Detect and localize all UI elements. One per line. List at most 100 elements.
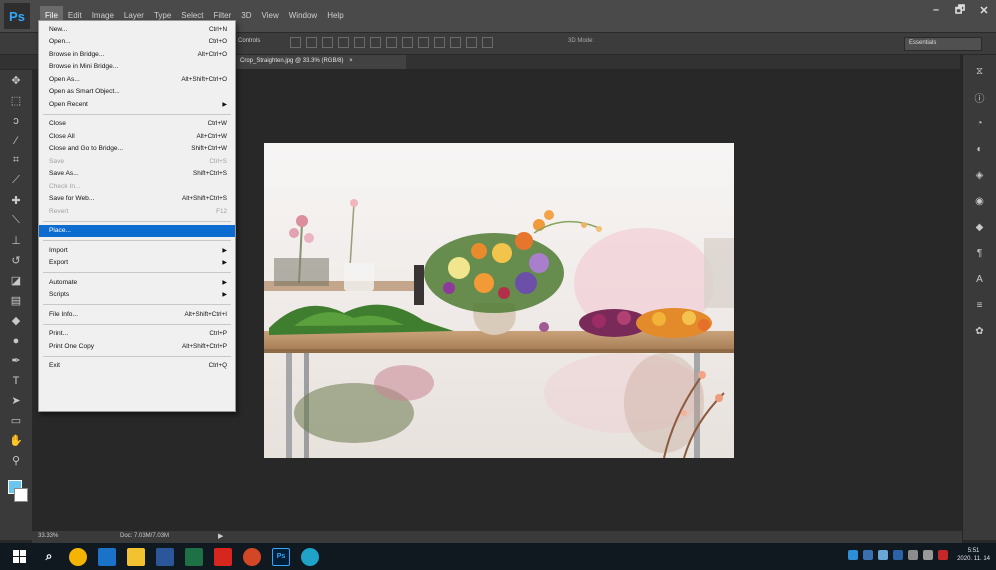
acrobat-icon[interactable] — [214, 547, 232, 566]
info-icon[interactable]: ⓘ — [971, 89, 989, 105]
workspace-select[interactable]: Essentials — [904, 37, 982, 51]
zoom-level[interactable]: 33.33% — [38, 533, 58, 539]
close-tab-icon[interactable]: × — [349, 58, 353, 64]
stamp-icon[interactable]: ⊥ — [5, 233, 27, 248]
menu-item-place[interactable]: Place... — [39, 224, 235, 237]
menu-item-close-all[interactable]: Close All Alt+Ctrl+W — [39, 130, 235, 143]
menu-help[interactable]: Help — [322, 6, 348, 26]
menu-item-check-in[interactable]: Check In... — [39, 180, 235, 193]
minimize-button[interactable]: – — [924, 0, 948, 20]
menu-view[interactable]: View — [257, 6, 284, 26]
menu-item-file-info[interactable]: File Info... Alt+Shift+Ctrl+I — [39, 308, 235, 321]
menu-item-automate[interactable]: Automate ▶ — [39, 276, 235, 289]
layers-icon[interactable]: ◈ — [971, 167, 989, 183]
taskbar-clock[interactable]: 5:51 2020. 11. 14 — [957, 547, 990, 563]
zoom-icon[interactable]: ⚲ — [5, 453, 27, 468]
powerpoint-icon[interactable] — [243, 547, 261, 566]
properties-icon[interactable]: ◔ — [971, 115, 989, 131]
distribute-left-icon[interactable] — [434, 37, 445, 48]
close-button[interactable]: ✕ — [972, 0, 996, 20]
menu-item-save-as[interactable]: Save As... Shift+Ctrl+S — [39, 168, 235, 181]
menu-item-exit[interactable]: Exit Ctrl+Q — [39, 360, 235, 373]
gradient-icon[interactable]: ▤ — [5, 293, 27, 308]
shape-icon[interactable]: ▭ — [5, 413, 27, 428]
menu-window[interactable]: Window — [284, 6, 322, 26]
distribute-right-icon[interactable] — [466, 37, 477, 48]
network-app-icon[interactable] — [848, 550, 859, 560]
bluetooth-icon[interactable] — [893, 550, 904, 560]
menu-item-export[interactable]: Export ▶ — [39, 257, 235, 270]
swatches-icon[interactable]: ◆ — [971, 219, 989, 235]
quick-select-icon[interactable]: ⁄ — [5, 133, 27, 148]
dodge-icon[interactable]: ● — [5, 333, 27, 348]
auto-align-icon[interactable] — [482, 37, 493, 48]
people-icon[interactable] — [863, 550, 874, 560]
show-transform-controls-label[interactable]: Controls — [238, 38, 260, 44]
hand-icon[interactable]: ✋ — [5, 433, 27, 448]
crop-icon[interactable]: ⌗ — [5, 153, 27, 168]
type-icon[interactable]: T — [5, 373, 27, 388]
path-select-icon[interactable]: ➤ — [5, 393, 27, 408]
brush-icon[interactable]: ⟍ — [5, 213, 27, 228]
file-explorer-icon[interactable] — [127, 547, 145, 566]
edge-icon[interactable] — [301, 547, 319, 566]
volume-icon[interactable] — [923, 550, 934, 560]
align-hcenter-icon[interactable] — [354, 37, 365, 48]
photoshop-taskbar-icon[interactable]: Ps — [272, 547, 290, 566]
eyedropper-icon[interactable]: ⟋ — [5, 173, 27, 188]
lasso-icon[interactable]: ↄ — [5, 113, 27, 128]
paragraph-icon[interactable]: ¶ — [971, 245, 989, 261]
channels-icon[interactable]: ≡ — [971, 297, 989, 313]
ime-icon[interactable] — [938, 550, 949, 560]
background-color-swatch[interactable] — [14, 488, 28, 502]
menu-item-save-for-web[interactable]: Save for Web... Alt+Shift+Ctrl+S — [39, 193, 235, 206]
align-bottom-icon[interactable] — [322, 37, 333, 48]
menu-item-browse-in-mini-bridge[interactable]: Browse in Mini Bridge... — [39, 61, 235, 74]
align-top-icon[interactable] — [290, 37, 301, 48]
history-brush-icon[interactable]: ↺ — [5, 253, 27, 268]
menu-item-new[interactable]: New... Ctrl+N — [39, 23, 235, 36]
windows-start-icon[interactable] — [11, 548, 29, 566]
align-vcenter-icon[interactable] — [306, 37, 317, 48]
excel-icon[interactable] — [185, 547, 203, 566]
blur-icon[interactable]: ◆ — [5, 313, 27, 328]
restore-button[interactable]: 🗗 — [948, 0, 972, 20]
menu-item-import[interactable]: Import ▶ — [39, 244, 235, 257]
battery-icon[interactable] — [878, 550, 889, 560]
search-icon[interactable]: ⌕ — [40, 548, 58, 566]
healing-icon[interactable]: ✚ — [5, 193, 27, 208]
menu-item-open-as-smart-object[interactable]: Open as Smart Object... — [39, 86, 235, 99]
move-icon[interactable]: ✥ — [5, 73, 27, 88]
history-icon[interactable]: ⧖ — [971, 63, 989, 79]
distribute-vcenter-icon[interactable] — [402, 37, 413, 48]
menu-3d[interactable]: 3D — [236, 6, 256, 26]
menu-item-open-recent[interactable]: Open Recent ▶ — [39, 98, 235, 111]
outlook-icon[interactable] — [98, 547, 116, 566]
eraser-icon[interactable]: ◪ — [5, 273, 27, 288]
menu-item-revert[interactable]: Revert F12 — [39, 205, 235, 218]
menu-item-close[interactable]: Close Ctrl+W — [39, 118, 235, 131]
document-tab[interactable]: Crop_Straighten.jpg @ 33.3% (RGB/8) × — [236, 55, 406, 69]
menu-item-print-one-copy[interactable]: Print One Copy Alt+Shift+Ctrl+P — [39, 340, 235, 353]
word-icon[interactable] — [156, 547, 174, 566]
menu-item-scripts[interactable]: Scripts ▶ — [39, 289, 235, 302]
wifi-icon[interactable] — [908, 550, 919, 560]
menu-item-close-and-go-to-bridge[interactable]: Close and Go to Bridge... Shift+Ctrl+W — [39, 143, 235, 156]
chrome-icon[interactable] — [69, 547, 87, 566]
marquee-icon[interactable]: ⬚ — [5, 93, 27, 108]
status-menu-arrow-icon[interactable]: ▶ — [218, 532, 223, 540]
adjustments-icon[interactable]: ◐ — [971, 141, 989, 157]
menu-item-save[interactable]: Save Ctrl+S — [39, 155, 235, 168]
align-left-icon[interactable] — [338, 37, 349, 48]
paths-icon[interactable]: ✿ — [971, 323, 989, 339]
menu-item-open[interactable]: Open... Ctrl+O — [39, 36, 235, 49]
pen-icon[interactable]: ✒ — [5, 353, 27, 368]
menu-item-print[interactable]: Print... Ctrl+P — [39, 328, 235, 341]
color-icon[interactable]: ◉ — [971, 193, 989, 209]
distribute-hcenter-icon[interactable] — [450, 37, 461, 48]
menu-item-open-as[interactable]: Open As... Alt+Shift+Ctrl+O — [39, 73, 235, 86]
menu-item-browse-in-bridge[interactable]: Browse in Bridge... Alt+Ctrl+O — [39, 48, 235, 61]
character-icon[interactable]: A — [971, 271, 989, 287]
distribute-top-icon[interactable] — [386, 37, 397, 48]
distribute-bottom-icon[interactable] — [418, 37, 429, 48]
